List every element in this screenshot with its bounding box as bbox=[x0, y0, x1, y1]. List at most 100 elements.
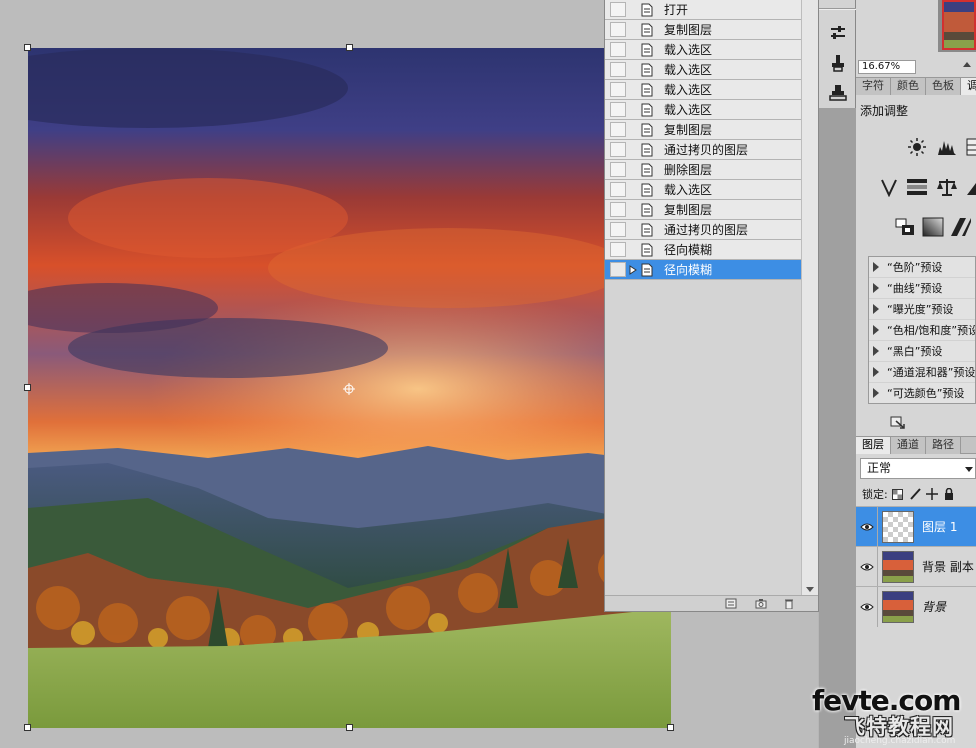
channel-mixer-icon[interactable] bbox=[894, 217, 916, 237]
adjustments-tabbar: 字符 颜色 色板调 bbox=[856, 77, 976, 95]
color-balance-icon[interactable] bbox=[936, 177, 958, 197]
history-brush-source-checkbox[interactable] bbox=[610, 222, 626, 237]
blend-mode-select[interactable]: 正常 bbox=[860, 458, 976, 479]
transform-handle[interactable] bbox=[346, 44, 353, 51]
tab[interactable]: 字符 bbox=[856, 78, 891, 95]
navigator-view-box[interactable] bbox=[942, 0, 976, 50]
preset-item[interactable]: “通道混和器”预设 bbox=[869, 362, 975, 383]
history-brush-source-checkbox[interactable] bbox=[610, 62, 626, 77]
tab[interactable]: 路径 bbox=[926, 437, 961, 454]
history-brush-source-checkbox[interactable] bbox=[610, 102, 626, 117]
tab[interactable]: 图层 bbox=[856, 437, 891, 454]
history-item[interactable]: 径向模糊 bbox=[605, 240, 803, 260]
expand-triangle-icon[interactable] bbox=[873, 325, 879, 335]
black-white-icon[interactable] bbox=[962, 177, 976, 197]
layer-row[interactable]: 背景 bbox=[856, 586, 976, 627]
transform-handle[interactable] bbox=[24, 384, 31, 391]
history-brush-source-checkbox[interactable] bbox=[610, 242, 626, 257]
preset-item[interactable]: “色阶”预设 bbox=[869, 257, 975, 278]
history-item[interactable]: 载入选区 bbox=[605, 40, 803, 60]
layer-name[interactable]: 背景 bbox=[922, 598, 946, 615]
transform-pivot-icon[interactable] bbox=[343, 383, 355, 395]
curves-icon[interactable] bbox=[962, 137, 976, 157]
zoom-in-icon[interactable] bbox=[963, 62, 971, 67]
vibrance-icon[interactable] bbox=[878, 177, 900, 197]
history-brush-source-checkbox[interactable] bbox=[610, 262, 626, 277]
preset-item[interactable]: “可选颜色”预设 bbox=[869, 383, 975, 403]
history-item[interactable]: 载入选区 bbox=[605, 60, 803, 80]
layer-name[interactable]: 图层 1 bbox=[922, 518, 957, 535]
clone-source-icon[interactable] bbox=[827, 52, 849, 74]
layer-thumbnail[interactable] bbox=[882, 550, 914, 583]
layer-thumbnail[interactable] bbox=[882, 590, 914, 623]
history-brush-source-checkbox[interactable] bbox=[610, 142, 626, 157]
tab[interactable]: 颜色 bbox=[891, 78, 926, 95]
transform-handle[interactable] bbox=[346, 724, 353, 731]
layer-row[interactable]: 背景 副本 bbox=[856, 546, 976, 587]
history-item[interactable]: 通过拷贝的图层 bbox=[605, 220, 803, 240]
history-item[interactable]: 复制图层 bbox=[605, 20, 803, 40]
history-item[interactable]: 通过拷贝的图层 bbox=[605, 140, 803, 160]
transform-handle[interactable] bbox=[24, 44, 31, 51]
transform-handle[interactable] bbox=[24, 724, 31, 731]
brightness-contrast-icon[interactable] bbox=[906, 137, 928, 157]
lock-move-icon[interactable] bbox=[925, 487, 939, 501]
document-icon bbox=[641, 23, 653, 36]
preset-item[interactable]: “黑白”预设 bbox=[869, 341, 975, 362]
preset-item[interactable]: “色相/饱和度”预设 bbox=[869, 320, 975, 341]
history-brush-source-checkbox[interactable] bbox=[610, 162, 626, 177]
visibility-eye-icon[interactable] bbox=[856, 546, 878, 587]
history-brush-source-checkbox[interactable] bbox=[610, 122, 626, 137]
history-item[interactable]: 载入选区 bbox=[605, 100, 803, 120]
snapshot-camera-icon[interactable] bbox=[755, 598, 767, 609]
history-brush-source-checkbox[interactable] bbox=[610, 82, 626, 97]
history-item[interactable]: 复制图层 bbox=[605, 120, 803, 140]
layer-thumbnail[interactable] bbox=[882, 510, 914, 543]
levels-icon[interactable] bbox=[936, 137, 958, 157]
history-item-label: 通过拷贝的图层 bbox=[664, 143, 749, 157]
history-brush-source-checkbox[interactable] bbox=[610, 22, 626, 37]
expand-triangle-icon[interactable] bbox=[873, 283, 879, 293]
tab[interactable]: 通道 bbox=[891, 437, 926, 454]
new-document-from-state-icon[interactable] bbox=[725, 598, 737, 609]
history-brush-source-checkbox[interactable] bbox=[610, 202, 626, 217]
layer-row[interactable]: 图层 1 bbox=[856, 506, 976, 547]
tab[interactable]: 色板 bbox=[926, 78, 961, 95]
lock-brush-icon[interactable] bbox=[908, 487, 922, 501]
document-icon bbox=[641, 63, 653, 76]
expand-triangle-icon[interactable] bbox=[873, 367, 879, 377]
layer-name[interactable]: 背景 副本 bbox=[922, 558, 974, 575]
preset-item[interactable]: “曝光度”预设 bbox=[869, 299, 975, 320]
tab[interactable]: 调 bbox=[961, 78, 976, 95]
hue-saturation-icon[interactable] bbox=[906, 177, 928, 197]
document-icon bbox=[641, 83, 653, 96]
lock-transparency-icon[interactable] bbox=[891, 487, 905, 501]
history-item[interactable]: 删除图层 bbox=[605, 160, 803, 180]
expand-triangle-icon[interactable] bbox=[873, 262, 879, 272]
adjustment-sliders-icon[interactable] bbox=[827, 22, 849, 44]
history-brush-source-checkbox[interactable] bbox=[610, 42, 626, 57]
return-to-list-icon[interactable] bbox=[890, 416, 906, 430]
tool-presets-stamp-icon[interactable] bbox=[827, 82, 849, 104]
history-brush-source-checkbox[interactable] bbox=[610, 2, 626, 17]
history-item[interactable]: 载入选区 bbox=[605, 180, 803, 200]
threshold-icon[interactable] bbox=[950, 217, 972, 237]
history-item[interactable]: 打开 bbox=[605, 0, 803, 20]
expand-triangle-icon[interactable] bbox=[873, 346, 879, 356]
navigator-thumbnail[interactable] bbox=[938, 0, 976, 52]
history-brush-source-checkbox[interactable] bbox=[610, 182, 626, 197]
preset-item[interactable]: “曲线”预设 bbox=[869, 278, 975, 299]
expand-triangle-icon[interactable] bbox=[873, 304, 879, 314]
trash-icon[interactable] bbox=[783, 598, 795, 609]
history-item[interactable]: 径向模糊 bbox=[605, 260, 803, 280]
history-item[interactable]: 复制图层 bbox=[605, 200, 803, 220]
gradient-map-icon[interactable] bbox=[922, 217, 944, 237]
visibility-eye-icon[interactable] bbox=[856, 586, 878, 627]
history-scrollbar[interactable] bbox=[801, 0, 818, 596]
zoom-input[interactable]: 16.67% bbox=[858, 60, 916, 74]
lock-all-icon[interactable] bbox=[942, 487, 956, 501]
history-item[interactable]: 载入选区 bbox=[605, 80, 803, 100]
visibility-eye-icon[interactable] bbox=[856, 506, 878, 547]
expand-triangle-icon[interactable] bbox=[873, 388, 879, 398]
transform-handle[interactable] bbox=[667, 724, 674, 731]
